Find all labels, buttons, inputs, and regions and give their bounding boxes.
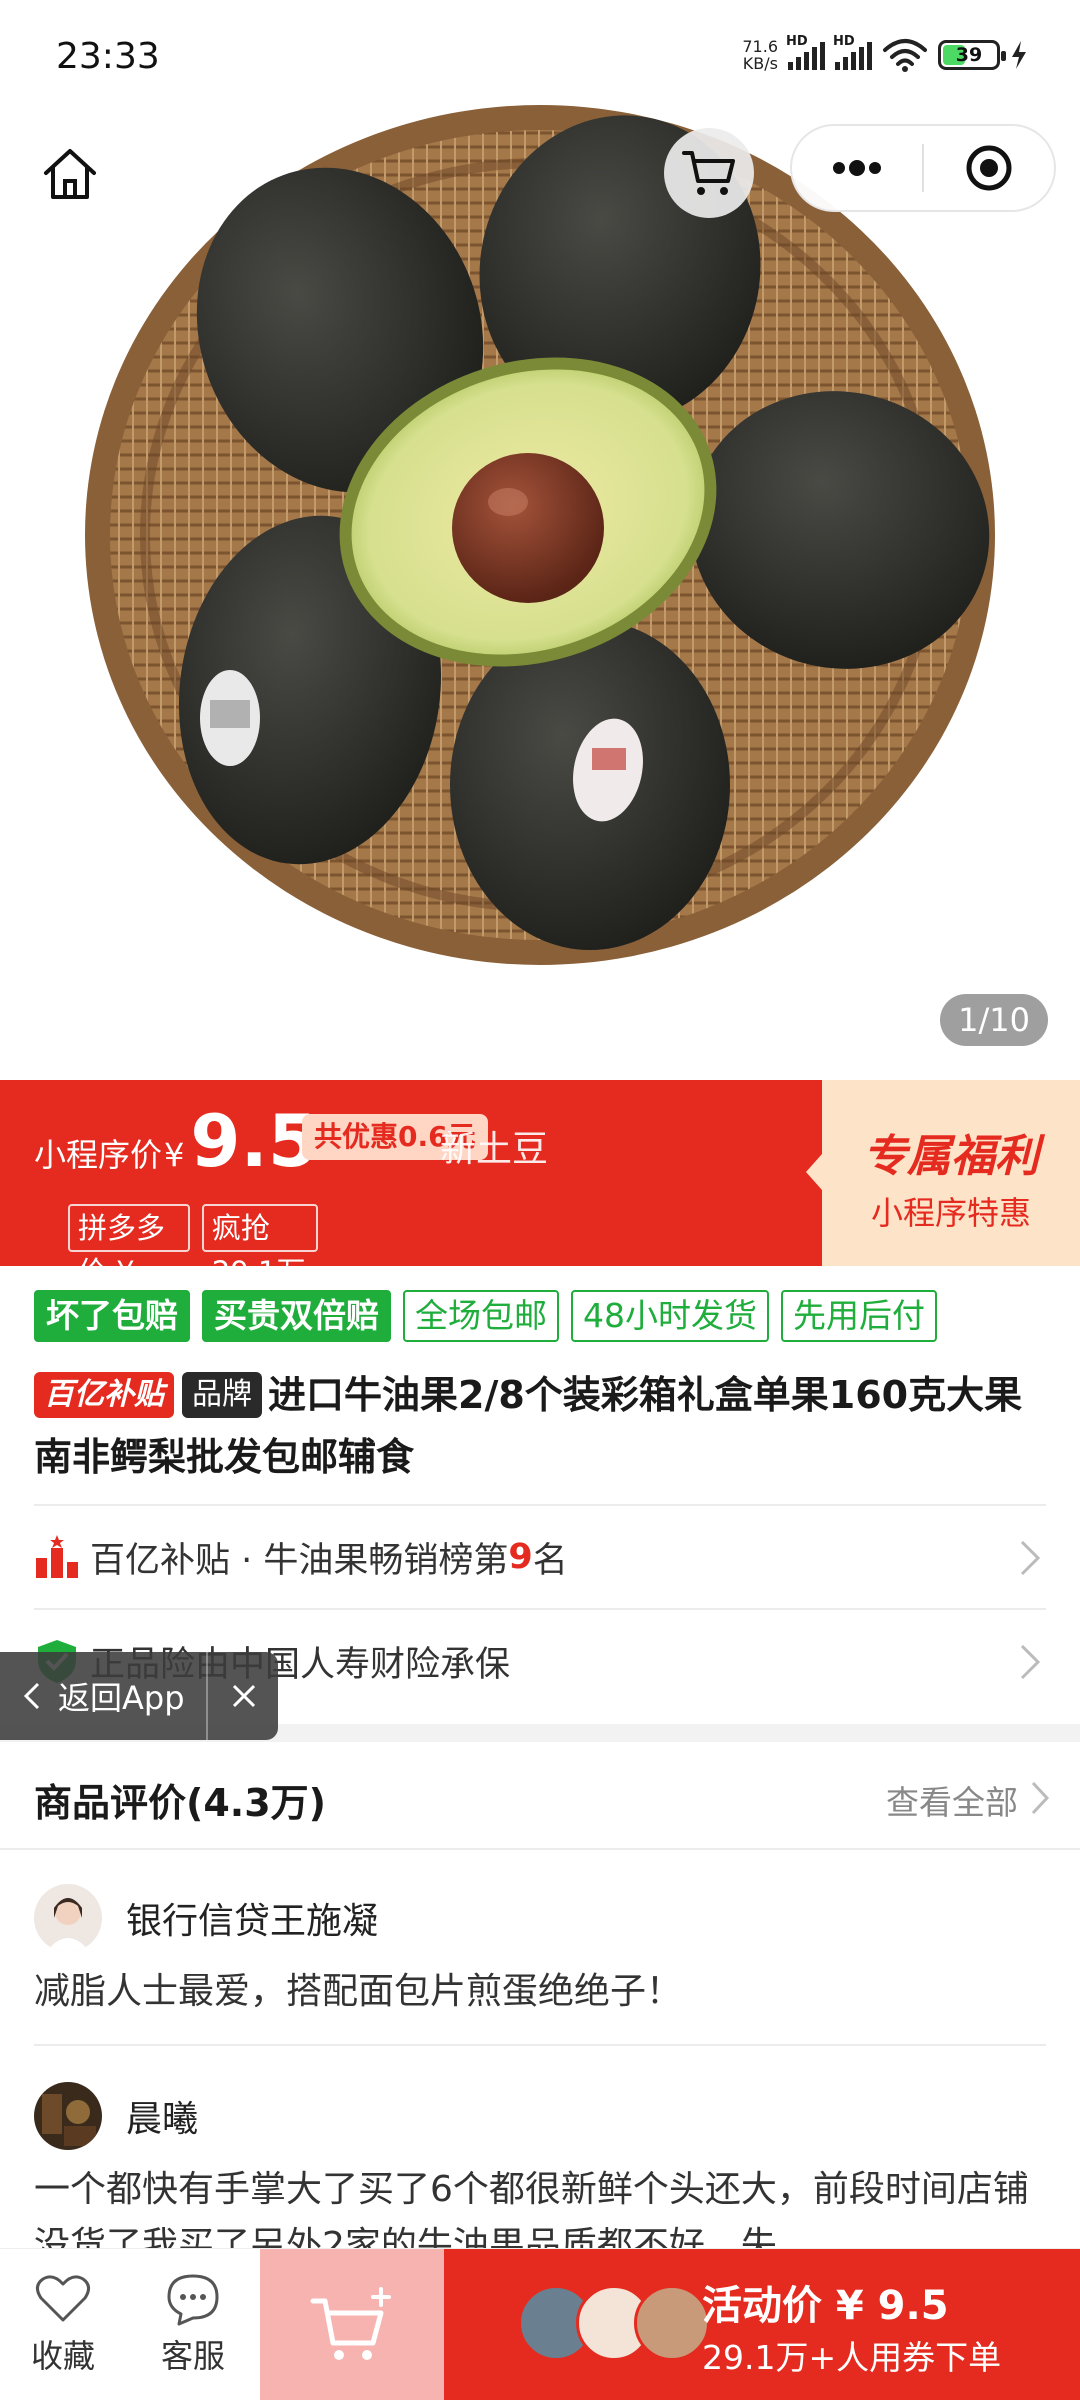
view-all-reviews-link[interactable]: 查看全部 (886, 1776, 1018, 1824)
buy-now-button[interactable]: 活动价 ¥ 9.5 29.1万+人用券下单 (444, 2249, 1080, 2400)
customer-service-button[interactable]: 客服 (138, 2267, 248, 2377)
add-to-cart-button[interactable] (260, 2249, 444, 2400)
price-value: 9.5 (190, 1099, 318, 1183)
status-bar: 23:33 71.6 KB/s HD HD 39 (0, 0, 1080, 120)
target-close-icon (966, 145, 1012, 191)
ranking-row[interactable]: 百亿补贴 · 牛油果畅销榜第 9 名 (34, 1504, 1046, 1608)
favorite-button[interactable]: 收藏 (8, 2267, 118, 2377)
ranking-number: 9 (508, 1537, 533, 1577)
exclusive-subtitle: 小程序特惠 (870, 1194, 1031, 1232)
net-speed: 71.6 KB/s (742, 38, 778, 72)
exclusive-title: 专属福利 (863, 1131, 1039, 1182)
net-speed-unit: KB/s (742, 54, 778, 73)
reviews-header: 商品评价(4.3万) 查看全部 (0, 1742, 1080, 1850)
chevron-left-icon (23, 1682, 40, 1710)
service-tag: 买贵双倍赔 (202, 1290, 391, 1342)
cart-icon (682, 151, 735, 195)
avatar (34, 2082, 102, 2150)
customer-service-label: 客服 (160, 2337, 225, 2375)
chat-bubble-icon (167, 2274, 219, 2326)
close-icon[interactable] (226, 1678, 262, 1714)
overlay-text: 新土豆 (440, 1129, 549, 1170)
price-area: 小程序价 ¥ 9.5 拼多多价 ¥ 10.1 疯抢29.1万+个 (34, 1099, 318, 1333)
ranking-prefix: 百亿补贴 · 牛油果畅销榜第 (90, 1540, 509, 1581)
ranking-icon (36, 1535, 78, 1578)
add-cart-icon (310, 2287, 391, 2360)
exclusive-benefit-panel[interactable]: 专属福利 小程序特惠 (806, 1080, 1080, 1266)
product-title: 百亿补贴 品牌 进口牛油果2/8个装彩箱礼盒单果160克大果南非鳄梨批发包邮辅食 (34, 1364, 1044, 1488)
favorite-label: 收藏 (30, 2337, 95, 2375)
subsidy-badge: 百亿补贴 (34, 1372, 174, 1418)
service-tag: 先用后付 (781, 1290, 937, 1342)
review-text: 减脂人士最爱，搭配面包片煎蛋绝绝子！ (34, 1971, 683, 2012)
service-tag: 全场包邮 (403, 1290, 559, 1342)
currency-symbol: ¥ (164, 1136, 185, 1174)
signal-icon: HD (786, 34, 825, 70)
service-tag: 坏了包赔 (34, 1290, 190, 1342)
battery-level: 39 (955, 44, 983, 66)
brand-badge: 品牌 (182, 1372, 262, 1418)
signal-icon: HD (833, 34, 872, 70)
hd-label: HD (786, 34, 808, 49)
coupon-users-count: 29.1万+人用券下单 (702, 2338, 1002, 2377)
back-to-app-button[interactable]: 返回App (0, 1652, 278, 1740)
net-speed-value: 71.6 (742, 37, 778, 56)
cart-button[interactable] (664, 128, 754, 218)
reviews-title: 商品评价(4.3万) (34, 1781, 327, 1825)
chevron-right-icon (1031, 1781, 1050, 1815)
service-tags[interactable]: 坏了包赔 买贵双倍赔 全场包邮 48小时发货 先用后付 (34, 1290, 937, 1342)
review-item[interactable]: 晨曦 一个都快有手掌大了买了6个都很新鲜个头还大，前段时间店铺没货了我买了另外2… (34, 2080, 1046, 2274)
price-label: 小程序价 (34, 1136, 163, 1174)
activity-price: 活动价 ¥ 9.5 (702, 2283, 949, 2329)
battery-icon: 39 (938, 40, 1006, 70)
image-counter: 1/10 (940, 994, 1048, 1046)
mini-program-capsule (790, 124, 1056, 212)
charging-icon (1012, 41, 1026, 69)
avatar (34, 1884, 102, 1952)
price-bar: 小程序价 ¥ 9.5 拼多多价 ¥ 10.1 疯抢29.1万+个 共优惠0.6元… (0, 1080, 1080, 1333)
chevron-right-icon (1020, 1540, 1041, 1576)
wifi-icon (883, 39, 927, 72)
close-mini-program-button[interactable] (924, 126, 1054, 210)
status-icons: 71.6 KB/s HD HD 39 (742, 34, 1028, 72)
more-dots-icon (833, 160, 881, 176)
hd-label: HD (833, 34, 855, 49)
status-time: 23:33 (56, 36, 160, 77)
review-divider (34, 2044, 1046, 2046)
reviewer-name: 银行信贷王施凝 (126, 1901, 379, 1942)
review-item[interactable]: 银行信贷王施凝 减脂人士最爱，搭配面包片煎蛋绝绝子！ (34, 1882, 1046, 2020)
back-to-app-label: 返回App (58, 1679, 185, 1717)
reviewer-name: 晨曦 (126, 2099, 199, 2140)
heart-icon (36, 2275, 90, 2322)
buyer-avatars (518, 2285, 710, 2361)
sales-tag: 疯抢29.1万+个 (201, 1204, 318, 1333)
avatar (634, 2285, 710, 2361)
ranking-suffix: 名 (532, 1540, 568, 1581)
home-icon (44, 149, 96, 199)
home-button[interactable] (36, 140, 104, 208)
service-tag: 48小时发货 (571, 1290, 769, 1342)
compare-price-tag: 拼多多价 ¥ 10.1 (68, 1204, 190, 1333)
bottom-action-bar: 收藏 客服 活动价 ¥ 9.5 29.1万+人用券下单 (0, 2248, 1080, 2400)
chevron-right-icon (1020, 1644, 1041, 1680)
more-button[interactable] (792, 126, 922, 210)
